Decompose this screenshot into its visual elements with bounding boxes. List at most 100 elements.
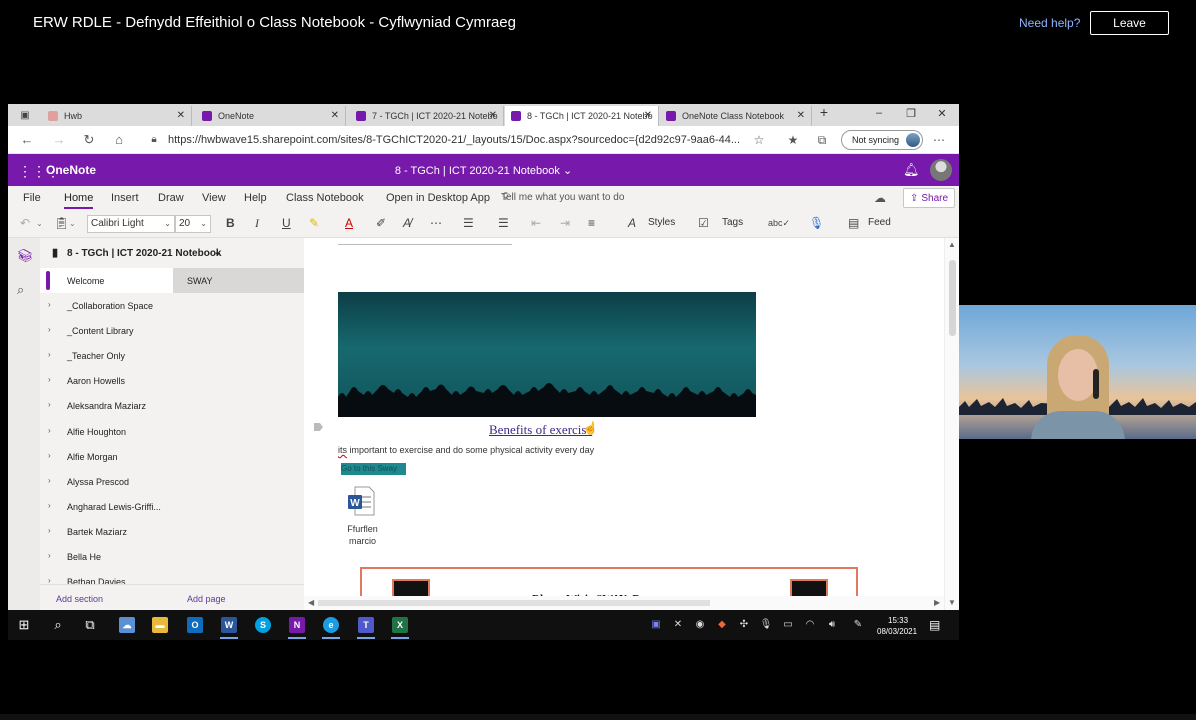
close-icon[interactable]: ✕ <box>797 110 805 121</box>
clear-formatting-icon[interactable]: A̸ <box>403 216 411 230</box>
browser-tab-onenote[interactable]: OneNote ✕ <box>196 106 346 126</box>
scroll-up-icon[interactable]: ▲ <box>948 240 956 249</box>
close-icon[interactable]: ✕ <box>177 110 185 121</box>
tray-app-icon[interactable]: ◆ <box>715 619 729 630</box>
need-help-link[interactable]: Need help? <box>1019 16 1080 30</box>
spelling-icon[interactable]: abc✓ <box>768 218 790 229</box>
favorites-icon[interactable]: ★ <box>785 133 801 147</box>
horizontal-scrollbar[interactable]: ◀ ▶ <box>304 596 944 610</box>
chevron-right-icon[interactable]: › <box>48 451 51 460</box>
page-canvas[interactable]: Benefits of exercise its important to ex… <box>304 238 959 610</box>
collections-icon[interactable]: ⧉ <box>814 133 830 148</box>
teams-tray-icon[interactable]: ▣ <box>649 619 663 630</box>
dictate-icon[interactable]: 🎙︎ <box>809 216 824 230</box>
close-icon[interactable]: ✕ <box>644 110 652 121</box>
edge-icon[interactable]: e <box>323 617 339 633</box>
microphone-icon[interactable]: 🎙︎ <box>759 619 773 630</box>
section-item[interactable]: › Alfie Houghton <box>40 419 173 444</box>
page-item-sway[interactable]: SWAY <box>173 268 304 293</box>
teams-icon[interactable]: T <box>358 617 374 633</box>
tab-draw[interactable]: Draw <box>158 192 184 204</box>
wifi-icon[interactable]: ◠ <box>803 619 817 630</box>
outlook-icon[interactable]: O <box>187 617 203 633</box>
section-item[interactable]: › Aleksandra Maziarz <box>40 393 173 418</box>
format-painter-icon[interactable]: ✐ <box>376 216 386 230</box>
font-name-combo[interactable]: Calibri Light ⌄ <box>87 215 175 233</box>
tab-class-notebook[interactable]: Class Notebook <box>286 192 364 204</box>
share-button[interactable]: ⇪ Share <box>903 188 955 208</box>
browser-tab-hwb[interactable]: Hwb ✕ <box>42 106 192 126</box>
styles-button[interactable]: Styles <box>648 217 675 228</box>
tab-actions-icon[interactable]: ▣ <box>18 108 32 122</box>
section-item[interactable]: › _Content Library <box>40 318 173 343</box>
minimize-icon[interactable]: – <box>870 107 888 119</box>
section-item[interactable]: › Alyssa Prescod <box>40 469 173 494</box>
url-field[interactable]: https://hwbwave15.sharepoint.com/sites/8… <box>168 134 740 146</box>
misspelled-word[interactable]: its <box>338 445 347 455</box>
tab-file[interactable]: File <box>23 192 41 204</box>
notebooks-icon[interactable]: 📚︎ <box>17 248 34 264</box>
chevron-right-icon[interactable]: › <box>48 576 51 584</box>
tab-home[interactable]: Home <box>64 192 94 209</box>
close-icon[interactable]: ✕ <box>489 110 497 121</box>
italic-icon[interactable]: I <box>255 216 259 231</box>
chevron-right-icon[interactable]: › <box>48 400 51 409</box>
chevron-right-icon[interactable]: › <box>48 476 51 485</box>
file-explorer-icon[interactable]: ▬ <box>152 617 168 633</box>
search-icon[interactable]: ⌕ <box>50 617 66 633</box>
word-file-icon[interactable]: W <box>347 486 375 516</box>
bullets-icon[interactable]: ☰ <box>463 216 474 230</box>
vertical-scrollbar[interactable]: ▲ ▼ <box>944 238 959 610</box>
pen-icon[interactable]: ✎ <box>851 619 865 630</box>
horizontal-scroll-thumb[interactable] <box>318 600 710 606</box>
align-icon[interactable]: ≡ <box>588 216 595 230</box>
underline-icon[interactable]: U <box>282 216 291 230</box>
tab-help[interactable]: Help <box>244 192 267 204</box>
tell-me-search[interactable]: Tell me what you want to do <box>501 192 624 203</box>
close-icon[interactable]: ✕ <box>331 110 339 121</box>
vertical-scroll-thumb[interactable] <box>949 260 956 336</box>
section-item[interactable]: › _Collaboration Space <box>40 293 173 318</box>
benefits-link[interactable]: Benefits of exercise <box>489 422 592 438</box>
back-icon[interactable]: ← <box>18 132 36 147</box>
browser-tab-notebook-7[interactable]: 7 - TGCh | ICT 2020-21 Notebo ✕ <box>350 106 504 126</box>
browser-tab-notebook-8[interactable]: 8 - TGCh | ICT 2020-21 Notebo ✕ <box>505 106 659 126</box>
scroll-left-icon[interactable]: ◀ <box>308 598 314 607</box>
tray-app-icon[interactable]: ✕ <box>671 619 685 630</box>
volume-icon[interactable]: 🔊︎ <box>825 619 839 630</box>
onenote-icon[interactable]: N <box>289 617 305 633</box>
section-item[interactable]: Welcome <box>40 268 173 294</box>
browser-tab-class-notebook[interactable]: OneNote Class Notebook ✕ <box>660 106 812 126</box>
chevron-right-icon[interactable]: › <box>48 501 51 510</box>
section-item[interactable]: › Alfie Morgan <box>40 444 173 469</box>
notebook-header[interactable]: ▮ 8 - TGCh | ICT 2020-21 Notebook ⌄ <box>40 238 304 268</box>
task-view-icon[interactable]: ⧉ <box>82 617 98 633</box>
maximize-icon[interactable]: ❐ <box>902 107 920 120</box>
undo-dropdown-icon[interactable]: ⌄ <box>36 219 43 228</box>
weather-app-icon[interactable]: ☁ <box>119 617 135 633</box>
chevron-right-icon[interactable]: › <box>48 426 51 435</box>
font-size-combo[interactable]: 20 ⌄ <box>175 215 211 233</box>
numbering-icon[interactable]: ☰ <box>498 216 509 230</box>
bold-icon[interactable]: B <box>226 216 235 230</box>
chevron-right-icon[interactable]: › <box>48 300 51 309</box>
clock-time[interactable]: 15:33 <box>888 616 908 625</box>
chevron-right-icon[interactable]: › <box>48 325 51 334</box>
word-icon[interactable]: W <box>221 617 237 633</box>
chevron-right-icon[interactable]: › <box>48 526 51 535</box>
add-page-button[interactable]: Add page <box>187 594 226 604</box>
windows-start-icon[interactable]: ⊞ <box>16 617 32 633</box>
clipboard-dropdown-icon[interactable]: ⌄ <box>69 219 76 228</box>
home-icon[interactable]: ⌂ <box>110 132 128 147</box>
skype-icon[interactable]: S <box>255 617 271 633</box>
add-favorite-icon[interactable]: ☆ <box>751 133 767 147</box>
feed-button[interactable]: Feed <box>868 217 891 228</box>
section-item[interactable]: › Bethan Davies <box>40 569 173 584</box>
tab-insert[interactable]: Insert <box>111 192 139 204</box>
tags-button[interactable]: Tags <box>722 217 743 228</box>
excel-icon[interactable]: X <box>392 617 408 633</box>
chevron-right-icon[interactable]: › <box>48 551 51 560</box>
notebook-title[interactable]: 8 - TGCh | ICT 2020-21 Notebook ⌄ <box>8 164 959 177</box>
undo-icon[interactable]: ↶ <box>20 216 30 230</box>
section-item[interactable]: › Bella He <box>40 544 173 569</box>
